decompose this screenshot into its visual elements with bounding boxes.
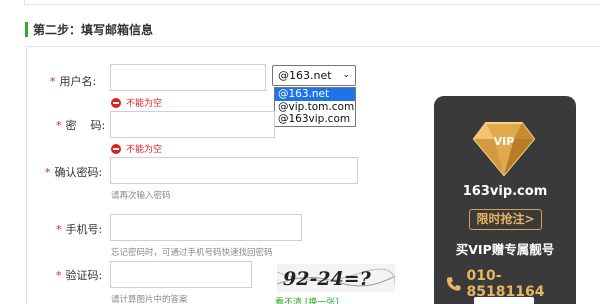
domain-option[interactable]: @163vip.com xyxy=(275,113,355,126)
phone-input[interactable] xyxy=(110,214,302,241)
domain-select[interactable]: @163.net ⌄ xyxy=(272,65,356,86)
vip-phone-number: 010-85181164 xyxy=(466,268,545,300)
required-mark: * xyxy=(56,223,62,236)
error-icon xyxy=(111,97,121,108)
vip-phone: 010-85181164 xyxy=(446,268,576,300)
domain-option[interactable]: @vip.tom.com xyxy=(275,101,355,114)
required-mark: * xyxy=(45,166,51,179)
step-title: 第二步：填写邮箱信息 xyxy=(33,22,154,37)
error-icon xyxy=(111,143,121,154)
username-input[interactable] xyxy=(110,64,266,91)
vip-diamond-icon: VIP xyxy=(472,122,536,177)
chevron-down-icon: ⌄ xyxy=(342,70,350,80)
required-mark: * xyxy=(50,75,56,88)
password-input[interactable] xyxy=(110,111,275,138)
domain-select-value: @163.net xyxy=(278,69,332,82)
vip-domain: 163vip.com xyxy=(462,184,548,199)
captcha-refresh-link[interactable]: 看不清 [换一张] xyxy=(275,295,339,304)
username-label: * 用户名: xyxy=(50,75,97,88)
step-accent-bar xyxy=(25,21,28,37)
phone-hint: 忘记密码时，可通过手机号码快速找回密码 xyxy=(111,248,273,258)
phone-label: * 手机号: xyxy=(56,223,103,236)
captcha-label: * 验证码: xyxy=(56,269,103,282)
required-mark: * xyxy=(56,269,62,282)
confirm-password-input[interactable] xyxy=(110,157,358,184)
vip-badge-text: VIP xyxy=(494,135,515,148)
captcha-image[interactable]: 92-24=? xyxy=(277,264,395,292)
phone-icon xyxy=(446,277,461,291)
username-error: 不能为空 xyxy=(111,96,162,109)
vip-promo-card[interactable]: VIP 163vip.com 限时抢注> 买VIP赠专属靓号 010-85181… xyxy=(434,96,576,304)
top-panel xyxy=(24,0,600,5)
captcha-input[interactable] xyxy=(110,261,252,288)
confirm-password-label: * 确认密码: xyxy=(45,166,103,179)
step-header: 第二步：填写邮箱信息 xyxy=(25,20,153,38)
required-mark: * xyxy=(56,119,62,132)
vip-slogan: 买VIP赠专属靓号 xyxy=(455,242,555,257)
captcha-hint: 请计算图片中的答案 xyxy=(111,295,188,304)
domain-option[interactable]: @163.net xyxy=(275,88,355,101)
domain-dropdown: @163.net @vip.tom.com @163vip.com xyxy=(274,87,356,127)
vip-register-button[interactable]: 限时抢注> xyxy=(469,209,542,230)
password-error: 不能为空 xyxy=(111,142,162,155)
confirm-password-hint: 请再次输入密码 xyxy=(111,191,171,201)
vip-bottom-label xyxy=(474,297,534,304)
password-label: * 密 码: xyxy=(56,119,106,132)
captcha-graphic: 92-24=? xyxy=(277,268,395,290)
captcha-text: 92-24=? xyxy=(283,268,372,290)
